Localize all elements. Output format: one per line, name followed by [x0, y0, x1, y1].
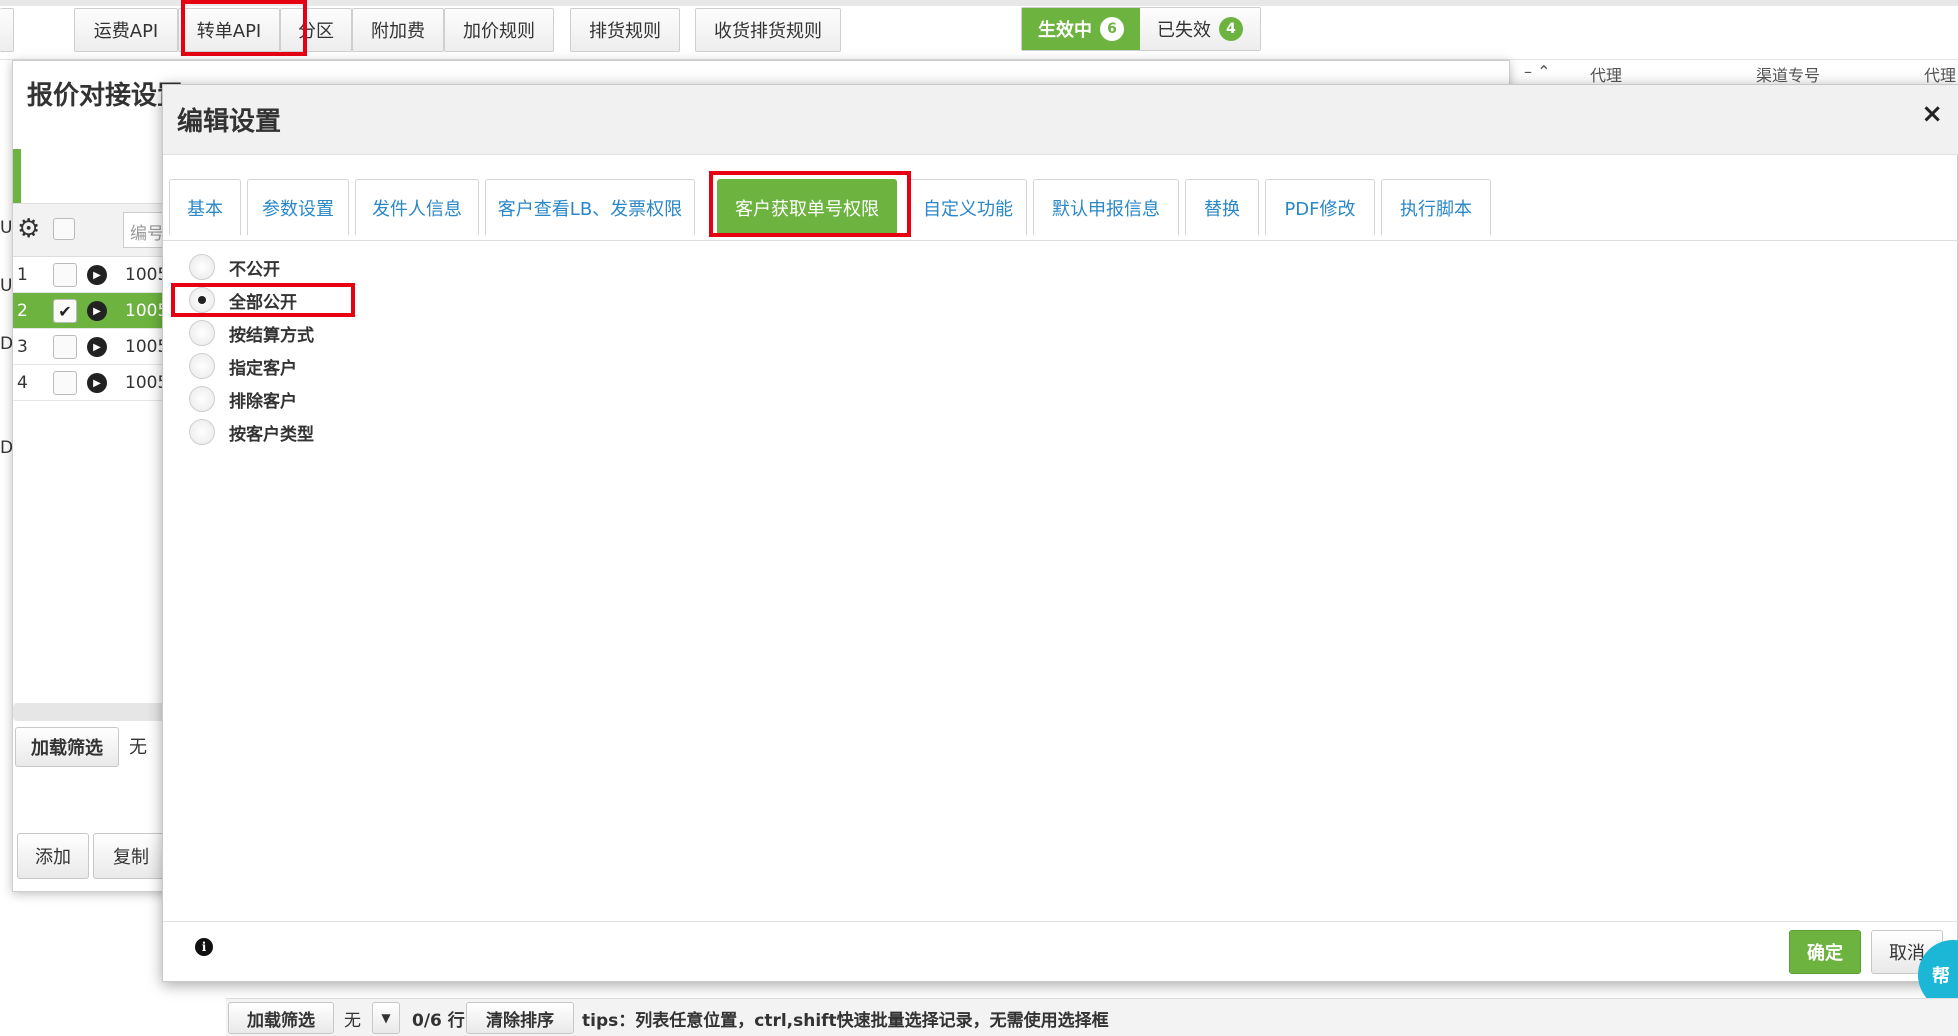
- status-active-label: 生效中: [1038, 20, 1092, 41]
- tab-surcharge[interactable]: 附加费: [352, 8, 444, 52]
- top-tab-bar: 运费API 转单API 分区 附加费 加价规则 排货规则 收货排货规则 生效中 …: [0, 0, 1958, 60]
- table-row[interactable]: 4 ▶ 1005: [13, 365, 173, 401]
- tab-pdf-edit[interactable]: PDF修改: [1265, 179, 1375, 235]
- expand-icon[interactable]: ▶: [87, 373, 107, 393]
- row-count: 0/6 行: [412, 1010, 465, 1031]
- tab-tracking-number-permission[interactable]: 客户获取单号权限: [717, 179, 897, 235]
- table-row[interactable]: 3 ▶ 1005: [13, 329, 173, 365]
- radio-button-checked[interactable]: [189, 287, 215, 313]
- tab-replace[interactable]: 替换: [1185, 179, 1259, 235]
- bottom-filter-value[interactable]: 无: [344, 1002, 361, 1034]
- edit-settings-dialog: 编辑设置 × 基本 参数设置 发件人信息 客户查看LB、发票权限 客户获取单号权…: [162, 84, 1958, 982]
- radio-button[interactable]: [189, 254, 215, 280]
- radio-option[interactable]: 按客户类型: [189, 416, 314, 448]
- horizontal-scrollbar[interactable]: [13, 703, 173, 721]
- radio-button[interactable]: [189, 353, 215, 379]
- bottom-load-filter-button[interactable]: 加载筛选: [228, 1002, 334, 1034]
- status-active-button[interactable]: 生效中 6: [1022, 8, 1140, 50]
- radio-option[interactable]: 排除客户: [189, 383, 297, 415]
- quote-window-title: 报价对接设置: [27, 81, 184, 111]
- tab-basic[interactable]: 基本: [169, 179, 241, 235]
- add-button[interactable]: 添加: [17, 833, 89, 879]
- status-expired-count: 4: [1219, 17, 1243, 41]
- tab-sender-info[interactable]: 发件人信息: [355, 179, 479, 235]
- filter-value[interactable]: 无: [129, 733, 147, 759]
- expand-icon[interactable]: ▶: [87, 265, 107, 285]
- expand-icon[interactable]: ▶: [87, 337, 107, 357]
- load-filter-button[interactable]: 加载筛选: [15, 727, 119, 767]
- prev-tab-fragment[interactable]: [0, 8, 14, 52]
- expand-icon[interactable]: ▶: [87, 301, 107, 321]
- row-checkbox[interactable]: [53, 335, 77, 359]
- info-icon[interactable]: i: [195, 938, 213, 956]
- tab-receiving-sorting-rules[interactable]: 收货排货规则: [695, 8, 841, 52]
- table-row-selected[interactable]: 2 ✔ ▶ 1005: [13, 293, 173, 329]
- radio-button[interactable]: [189, 419, 215, 445]
- gear-icon[interactable]: ⚙: [17, 214, 40, 244]
- close-icon[interactable]: ×: [1921, 99, 1943, 129]
- row-checkbox[interactable]: [53, 371, 77, 395]
- bottom-toolbar: 加载筛选 无 ▼ 0/6 行 清除排序 tips：列表任意位置，ctrl,shi…: [226, 998, 1958, 1036]
- tab-freight-api[interactable]: 运费API: [74, 8, 178, 52]
- tips-text: tips：列表任意位置，ctrl,shift快速批量选择记录，无需使用选择框: [582, 1010, 1109, 1031]
- select-all-checkbox[interactable]: [53, 218, 75, 240]
- row-number: 3: [17, 337, 28, 357]
- copy-button[interactable]: 复制: [93, 833, 169, 879]
- status-filter-group: 生效中 6 已失效 4: [1021, 7, 1261, 51]
- row-checkbox[interactable]: [53, 263, 77, 287]
- tab-markup-rules[interactable]: 加价规则: [444, 8, 554, 52]
- radio-option[interactable]: 指定客户: [189, 350, 297, 382]
- radio-option[interactable]: 按结算方式: [189, 317, 314, 349]
- radio-label: 按结算方式: [229, 325, 314, 346]
- tab-lb-invoice-permission[interactable]: 客户查看LB、发票权限: [485, 179, 695, 235]
- grid-header: ⚙ 编号: [13, 203, 173, 257]
- dialog-footer: i 确定 取消: [163, 921, 1958, 983]
- tab-run-script[interactable]: 执行脚本: [1381, 179, 1491, 235]
- radio-button[interactable]: [189, 386, 215, 412]
- dialog-title: 编辑设置: [177, 107, 282, 137]
- radio-label: 指定客户: [229, 358, 297, 379]
- radio-label: 排除客户: [229, 391, 297, 412]
- confirm-button[interactable]: 确定: [1789, 930, 1861, 974]
- radio-option-selected[interactable]: 全部公开: [189, 284, 297, 316]
- tab-transfer-api[interactable]: 转单API: [178, 8, 280, 52]
- radio-label: 全部公开: [229, 292, 297, 313]
- tab-custom-functions[interactable]: 自定义功能: [909, 179, 1027, 235]
- dialog-header: 编辑设置 ×: [163, 85, 1958, 155]
- status-expired-button[interactable]: 已失效 4: [1140, 8, 1260, 50]
- tab-sorting-rules[interactable]: 排货规则: [570, 8, 680, 52]
- tab-parameters[interactable]: 参数设置: [247, 179, 349, 235]
- row-number: 1: [17, 265, 28, 285]
- top-shade: [0, 0, 1958, 6]
- radio-label: 不公开: [229, 259, 280, 280]
- clear-sort-button[interactable]: 清除排序: [466, 1002, 574, 1034]
- edge-fragment: U: [0, 276, 13, 296]
- tab-zone[interactable]: 分区: [280, 8, 352, 52]
- status-active-count: 6: [1100, 17, 1124, 41]
- table-row[interactable]: 1 ▶ 1005: [13, 257, 173, 293]
- row-checkbox-checked[interactable]: ✔: [53, 299, 77, 323]
- row-number: 4: [17, 373, 28, 393]
- radio-button[interactable]: [189, 320, 215, 346]
- tab-default-declaration[interactable]: 默认申报信息: [1033, 179, 1179, 235]
- edge-fragment: U: [0, 218, 13, 238]
- status-expired-label: 已失效: [1157, 20, 1211, 41]
- radio-option[interactable]: 不公开: [189, 251, 280, 283]
- selected-indicator: [13, 149, 21, 209]
- filter-dropdown-icon[interactable]: ▼: [372, 1002, 400, 1034]
- row-number: 2: [17, 301, 28, 321]
- radio-label: 按客户类型: [229, 424, 314, 445]
